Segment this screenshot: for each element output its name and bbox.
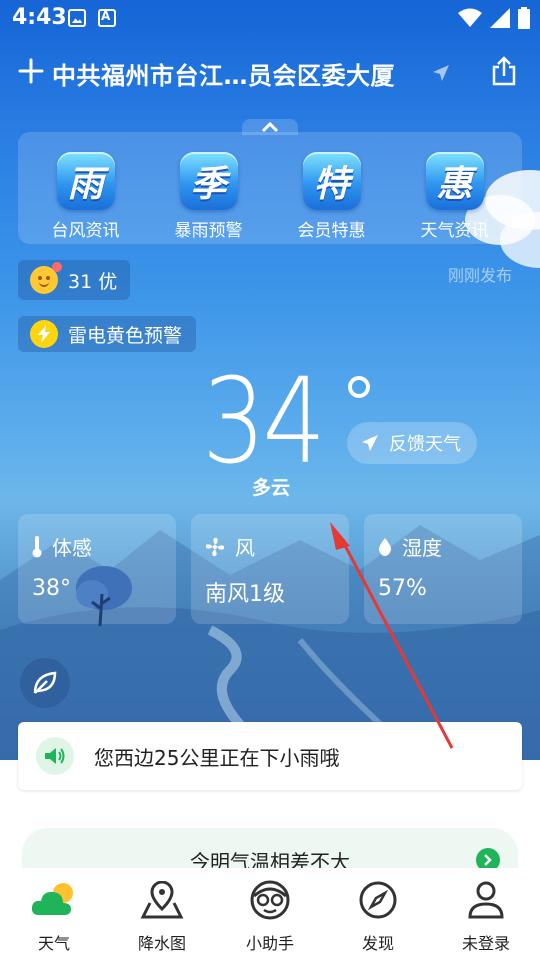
humidity-card[interactable]: 湿度 57% (364, 514, 522, 624)
signal-icon (490, 8, 510, 28)
warning-text: 雷电黄色预警 (68, 324, 183, 347)
nav-label: 小助手 (245, 934, 294, 953)
a-box-icon: A (98, 9, 116, 27)
weather-icon (30, 878, 78, 922)
image-icon (68, 9, 86, 27)
send-icon (362, 435, 378, 451)
publish-time: 刚刚发布 (448, 266, 513, 285)
rain-notice[interactable]: 您西边25公里正在下小雨哦 (18, 722, 522, 790)
feature-label: 暴雨预警 (174, 221, 243, 241)
feature-panel: 雨 台风资讯 季 暴雨预警 特 会员特惠 惠 天气资讯 (18, 132, 522, 244)
feature-label: 天气资讯 (420, 221, 489, 241)
nav-label: 未登录 (461, 934, 510, 953)
aqi-chip[interactable]: 31 优 (18, 260, 130, 300)
stat-value: 38° (32, 576, 71, 601)
nav-label: 降水图 (137, 934, 186, 953)
battery-icon (518, 7, 530, 29)
nav-assistant[interactable]: 小助手 (216, 868, 324, 960)
degree-symbol (348, 376, 370, 398)
feature-member-deals[interactable]: 特 会员特惠 (277, 132, 387, 244)
aqi-value: 31 优 (68, 270, 118, 293)
weather-condition: 多云 (252, 477, 291, 499)
feature-weather-news[interactable]: 惠 天气资讯 (400, 132, 510, 244)
droplet-icon (378, 537, 392, 556)
location-arrow-icon (433, 65, 449, 81)
feedback-weather-button[interactable]: 反馈天气 (347, 422, 477, 464)
header: 中共福州市台江…员会区委大厦 (0, 52, 540, 96)
status-bar: 4:43 A (0, 0, 540, 36)
share-icon[interactable] (490, 56, 518, 86)
assistant-icon (246, 878, 294, 922)
temperature: 34 (202, 352, 326, 490)
fan-icon (205, 537, 225, 556)
leaf-button[interactable] (20, 658, 70, 708)
nav-account[interactable]: 未登录 (432, 868, 540, 960)
nav-discover[interactable]: 发现 (324, 868, 432, 960)
nav-label: 发现 (361, 934, 394, 953)
nav-label: 天气 (37, 934, 70, 953)
stat-value: 57% (378, 576, 427, 601)
speaker-icon (36, 737, 74, 775)
compass-icon (354, 878, 402, 922)
season-badge-icon: 季 (179, 152, 238, 210)
stat-label: 风 (235, 536, 255, 560)
feature-label: 会员特惠 (297, 221, 366, 241)
weather-warning-chip[interactable]: 雷电黄色预警 (18, 316, 196, 352)
add-icon[interactable] (18, 58, 44, 84)
feature-label: 台风资讯 (51, 221, 120, 241)
map-pin-icon (138, 878, 186, 922)
wifi-icon (458, 8, 482, 27)
feels-like-card[interactable]: 体感 38° (18, 514, 176, 627)
nav-weather[interactable]: 天气 (0, 868, 108, 960)
stat-label: 湿度 (402, 536, 442, 560)
tree-icon (76, 566, 132, 627)
bottom-navigation: 天气 降水图 小助手 发现 未登录 (0, 868, 540, 960)
feedback-label: 反馈天气 (389, 434, 461, 455)
smiley-face-icon (30, 262, 62, 294)
status-time: 4:43 (12, 5, 67, 30)
feature-typhoon[interactable]: 雨 台风资讯 (31, 132, 141, 244)
benefit-badge-icon: 惠 (425, 152, 484, 210)
thermometer-icon (32, 535, 42, 557)
stat-label: 体感 (52, 536, 92, 560)
wind-card[interactable]: 风 南风1级 (191, 514, 349, 624)
lightning-icon (30, 320, 58, 348)
nav-precipitation-map[interactable]: 降水图 (108, 868, 216, 960)
rain-badge-icon: 雨 (56, 152, 115, 210)
stat-value: 南风1级 (205, 582, 285, 607)
special-badge-icon: 特 (302, 152, 361, 210)
leaf-icon (33, 671, 57, 694)
user-icon (462, 878, 510, 922)
feature-rainstorm-warning[interactable]: 季 暴雨预警 (154, 132, 264, 244)
notice-text: 您西边25公里正在下小雨哦 (94, 745, 340, 770)
location-title[interactable]: 中共福州市台江…员会区委大厦 (52, 56, 395, 91)
